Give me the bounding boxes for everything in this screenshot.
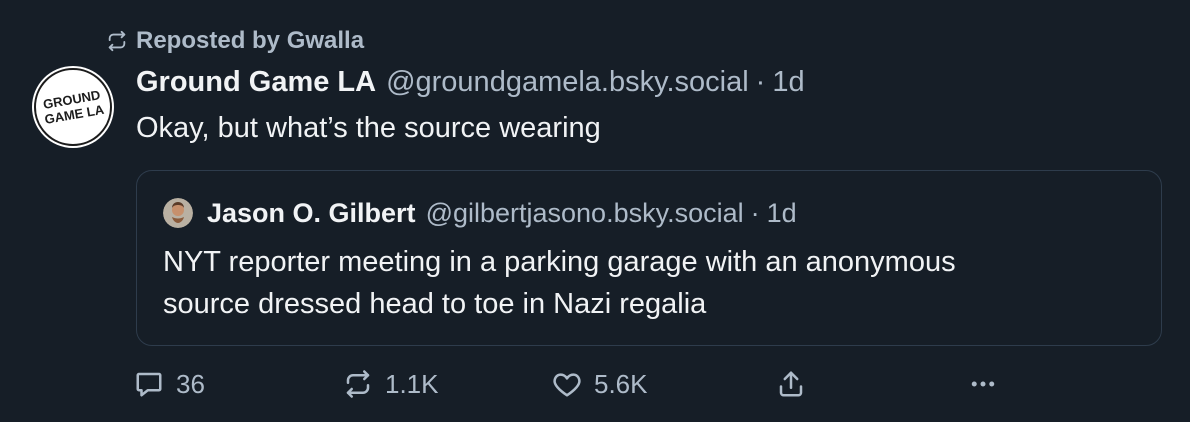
reply-icon xyxy=(136,372,162,397)
quoted-post-text-line: source dressed head to toe in Nazi regal… xyxy=(163,288,707,320)
feed-post[interactable]: Reposted by Gwalla GROUND GAME LA Ground… xyxy=(0,0,1190,422)
repost-icon xyxy=(108,30,126,52)
quoted-author-handle[interactable]: @gilbertjasono.bsky.social xyxy=(426,198,744,229)
more-icon xyxy=(971,381,995,387)
quoted-author-display-name[interactable]: Jason O. Gilbert xyxy=(207,198,416,229)
share-icon xyxy=(779,371,803,397)
ground-game-la-logo: GROUND GAME LA xyxy=(33,67,113,147)
avatar[interactable]: GROUND GAME LA xyxy=(32,66,114,148)
reply-count: 36 xyxy=(176,368,205,399)
like-count: 5.6K xyxy=(594,368,648,399)
reply-button[interactable]: 36 xyxy=(134,364,205,404)
reposted-by[interactable]: Reposted by Gwalla xyxy=(106,26,364,56)
author-handle[interactable]: @groundgamela.bsky.social xyxy=(386,66,749,99)
quoted-post[interactable]: Jason O. Gilbert @gilbertjasono.bsky.soc… xyxy=(136,170,1162,346)
post-actions: 36 1.1K 5.6K xyxy=(0,364,1190,404)
like-button[interactable]: 5.6K xyxy=(552,364,648,404)
quoted-post-timestamp[interactable]: 1d xyxy=(767,198,797,229)
repost-icon xyxy=(346,370,370,398)
quoted-post-header: Jason O. Gilbert @gilbertjasono.bsky.soc… xyxy=(163,195,797,231)
separator-dot: · xyxy=(750,197,760,228)
share-button[interactable] xyxy=(776,364,818,404)
separator-dot: · xyxy=(755,65,766,98)
quoted-post-text: NYT reporter meeting in a parking garage… xyxy=(163,241,1143,325)
post-timestamp[interactable]: 1d xyxy=(772,66,804,99)
repost-button[interactable]: 1.1K xyxy=(343,364,439,404)
reposted-by-label: Reposted by Gwalla xyxy=(136,27,365,54)
repost-count: 1.1K xyxy=(385,368,439,399)
post-text: Okay, but what’s the source wearing xyxy=(136,112,601,144)
heart-icon xyxy=(553,373,581,397)
user-avatar xyxy=(163,198,193,228)
quoted-author-avatar[interactable] xyxy=(163,198,193,228)
post-header: Ground Game LA @groundgamela.bsky.social… xyxy=(136,62,805,102)
author-display-name[interactable]: Ground Game LA xyxy=(136,66,376,99)
quoted-post-text-line: NYT reporter meeting in a parking garage… xyxy=(163,246,956,278)
more-options-button[interactable] xyxy=(968,364,1010,404)
